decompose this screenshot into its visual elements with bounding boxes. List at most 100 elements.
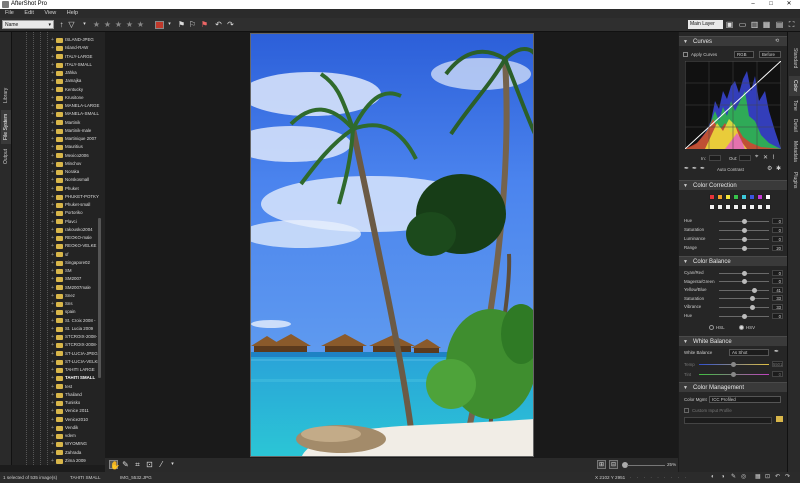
flag-icon[interactable]: ⚑ xyxy=(177,20,186,29)
folder-item[interactable]: + Zahrada xyxy=(12,449,105,457)
folder-item[interactable]: + Zima 2009 xyxy=(12,457,105,465)
folder-item[interactable]: + Thailand xyxy=(12,391,105,399)
color-swatch[interactable] xyxy=(717,194,723,200)
folder-item[interactable]: + TAHITI LARGE xyxy=(12,366,105,374)
slider-value[interactable]: 0 xyxy=(772,217,783,224)
color-swatch[interactable] xyxy=(757,194,763,200)
folder-item[interactable]: + St. Croix 2008 - xyxy=(12,317,105,325)
tint-value[interactable]: 0 xyxy=(772,371,783,377)
tab-color[interactable]: Color xyxy=(789,76,800,96)
color-swatch[interactable] xyxy=(709,194,715,200)
expand-icon[interactable]: + xyxy=(51,128,54,134)
color-swatch[interactable] xyxy=(733,194,739,200)
slider-track[interactable] xyxy=(719,298,769,300)
fullscreen-icon[interactable]: ⛶ xyxy=(787,20,796,29)
slider-track[interactable] xyxy=(719,289,769,291)
slider-value[interactable]: 0 xyxy=(772,235,783,242)
folder-item[interactable]: + SM2007male xyxy=(12,284,105,292)
slider-value[interactable]: 20 xyxy=(772,244,783,251)
temp-value[interactable]: 5501 xyxy=(772,361,783,367)
status-icon-3[interactable]: ✎ xyxy=(731,474,736,481)
color-swatch[interactable] xyxy=(741,194,747,200)
folder-item[interactable]: + ST-LUCIA-VELKE xyxy=(12,358,105,366)
expand-icon[interactable]: + xyxy=(51,384,54,390)
folder-item[interactable]: + Jamajka xyxy=(12,77,105,85)
curves-remove-icon[interactable]: ✕ xyxy=(763,154,768,161)
folder-item[interactable]: + Singapore02 xyxy=(12,259,105,267)
folder-item[interactable]: + Phuket xyxy=(12,185,105,193)
folder-item[interactable]: + Vendik xyxy=(12,424,105,432)
redeye-icon[interactable]: ⁄ xyxy=(157,460,166,469)
color-label-swatch[interactable] xyxy=(155,21,164,29)
expand-icon[interactable]: + xyxy=(51,87,54,93)
folder-item[interactable]: + Minchov xyxy=(12,160,105,168)
color-swatch[interactable] xyxy=(749,194,755,200)
expand-icon[interactable]: + xyxy=(51,136,54,142)
folder-item[interactable]: + Kentucky xyxy=(12,86,105,94)
tab-metadata[interactable]: Metadata xyxy=(789,136,800,166)
menu-edit[interactable]: Edit xyxy=(24,9,33,18)
expand-icon[interactable]: + xyxy=(51,252,54,258)
rotate-right-icon[interactable]: ↷ xyxy=(226,20,235,29)
expand-icon[interactable]: + xyxy=(51,301,54,307)
tab-file-system[interactable]: File System xyxy=(1,110,11,144)
status-icon-6[interactable]: ⊡ xyxy=(765,474,770,481)
expand-icon[interactable]: + xyxy=(51,186,54,192)
slider-value[interactable]: 0 xyxy=(772,226,783,233)
expand-icon[interactable]: + xyxy=(51,120,54,126)
color-label-dropdown-icon[interactable]: ▾ xyxy=(165,20,174,29)
zoom-100-icon[interactable]: ⊟ xyxy=(609,460,618,469)
expand-icon[interactable]: + xyxy=(51,359,54,365)
minimize-button[interactable]: – xyxy=(744,0,762,9)
zoom-slider-track[interactable] xyxy=(627,464,665,466)
folder-item[interactable]: + Sns xyxy=(12,300,105,308)
crop-icon[interactable]: ⌗ xyxy=(133,460,142,469)
color-swatch-target[interactable] xyxy=(741,204,747,210)
slider-value[interactable]: 0 xyxy=(772,269,783,276)
folder-tree-scrollbar[interactable] xyxy=(98,218,101,378)
folder-item[interactable]: + Phuket-small xyxy=(12,201,105,209)
status-icon-7[interactable]: ↶ xyxy=(775,474,780,481)
tab-output[interactable]: Output xyxy=(1,144,11,168)
color-swatch-target[interactable] xyxy=(757,204,763,210)
slider-knob[interactable] xyxy=(741,236,747,242)
custom-input-profile-checkbox[interactable] xyxy=(684,408,689,413)
expand-icon[interactable]: + xyxy=(51,54,54,60)
curves-smooth-icon[interactable]: ⌇ xyxy=(772,154,775,161)
profile-folder-icon[interactable] xyxy=(776,416,783,422)
tint-slider-knob[interactable] xyxy=(731,372,736,377)
slider-value[interactable]: 0 xyxy=(772,278,783,285)
layer-select[interactable]: Main Layer xyxy=(688,20,723,29)
color-swatch-target[interactable] xyxy=(717,204,723,210)
rating-star-5-icon[interactable]: ★ xyxy=(136,20,145,29)
filter-icon[interactable]: ▽ xyxy=(67,20,76,29)
expand-icon[interactable]: + xyxy=(51,153,54,159)
folder-item[interactable]: + Island-RAW xyxy=(12,44,105,52)
folder-item[interactable]: + SM2007 xyxy=(12,275,105,283)
view-filmstrip-icon[interactable]: ▤ xyxy=(775,20,784,29)
expand-icon[interactable]: + xyxy=(51,309,54,315)
expand-icon[interactable]: + xyxy=(51,144,54,150)
folder-item[interactable]: + Norskosmall xyxy=(12,176,105,184)
folder-item[interactable]: + ITALY-LARGE xyxy=(12,53,105,61)
white-balance-header[interactable]: ▼ White Balance xyxy=(679,336,787,346)
folder-item[interactable]: + SM xyxy=(12,267,105,275)
folder-item[interactable]: + Portoriko xyxy=(12,209,105,217)
expand-icon[interactable]: + xyxy=(51,334,54,340)
menu-view[interactable]: View xyxy=(44,9,56,18)
view-single-icon[interactable]: ▭ xyxy=(738,20,747,29)
color-swatch-target[interactable] xyxy=(733,204,739,210)
expand-icon[interactable]: + xyxy=(51,219,54,225)
folder-item[interactable]: + Venice2010 xyxy=(12,416,105,424)
expand-icon[interactable]: + xyxy=(51,260,54,266)
folder-item[interactable]: + Snez xyxy=(12,292,105,300)
expand-icon[interactable]: + xyxy=(51,243,54,249)
folder-item[interactable]: + vdem xyxy=(12,432,105,440)
expand-icon[interactable]: + xyxy=(51,408,54,414)
expand-icon[interactable]: + xyxy=(51,351,54,357)
slider-value[interactable]: 41 xyxy=(772,286,783,293)
folder-item[interactable]: + MANELA-SMALL xyxy=(12,110,105,118)
gray-point-eyedropper-icon[interactable]: ✒ xyxy=(692,165,697,172)
expand-icon[interactable]: + xyxy=(51,194,54,200)
expand-icon[interactable]: + xyxy=(51,400,54,406)
